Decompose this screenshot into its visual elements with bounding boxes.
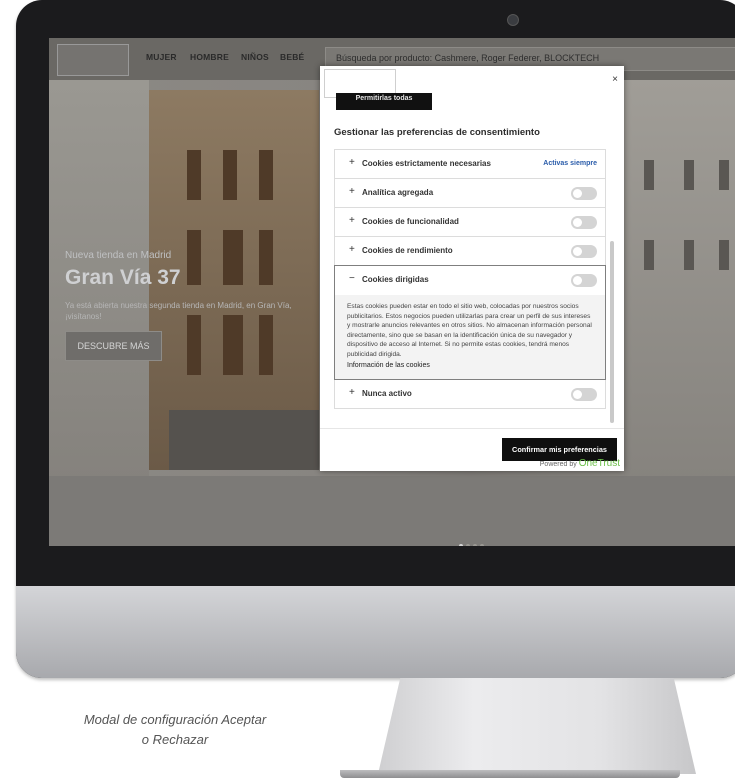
category-row-analytics[interactable]: + Analítica agregada	[334, 178, 606, 207]
hero-window	[259, 230, 273, 285]
category-label: Analítica agregada	[362, 188, 434, 197]
hero-window	[719, 160, 729, 190]
imac-monitor: MUJER HOMBRE NIÑOS BEBÉ Búsqueda por pro…	[16, 0, 735, 678]
close-icon[interactable]: ×	[612, 74, 618, 85]
cookie-info-link[interactable]: Información de las cookies	[347, 361, 593, 371]
category-row-targeting: − Cookies dirigidas Estas cookies pueden…	[334, 265, 606, 380]
consent-toggle[interactable]	[571, 387, 597, 401]
hero-window	[259, 150, 273, 200]
category-row-necessary[interactable]: + Cookies estrictamente necesarias Activ…	[334, 149, 606, 178]
modal-divider	[320, 428, 624, 429]
collapse-minus-icon: −	[349, 273, 355, 284]
category-label: Cookies estrictamente necesarias	[362, 159, 491, 168]
carousel-dot[interactable]	[473, 544, 477, 546]
imac-stand	[378, 678, 696, 774]
category-header-targeting[interactable]: − Cookies dirigidas	[335, 266, 605, 295]
category-row-performance[interactable]: + Cookies de rendimiento	[334, 236, 606, 265]
hero-window	[719, 240, 729, 270]
hero-description: Ya está abierta nuestra segunda tienda e…	[65, 301, 292, 321]
category-label: Cookies de rendimiento	[362, 246, 453, 255]
caption-line: o Rechazar	[141, 732, 209, 747]
powered-by-label: Powered by	[539, 461, 577, 468]
onetrust-logo: OneTrust	[578, 458, 620, 469]
nav-link-hombre[interactable]: HOMBRE	[190, 52, 229, 62]
nav-link-ninos[interactable]: NIÑOS	[241, 52, 269, 62]
hero-window	[684, 160, 694, 190]
hero-window	[187, 150, 201, 200]
hero-window	[644, 240, 654, 270]
category-label: Cookies de funcionalidad	[362, 217, 459, 226]
consent-category-list: + Cookies estrictamente necesarias Activ…	[334, 149, 606, 420]
modal-scrollbar[interactable]	[610, 241, 614, 423]
expand-plus-icon: +	[349, 386, 355, 398]
hero-window	[223, 315, 243, 375]
expand-plus-icon: +	[349, 186, 355, 197]
hero-building-right	[624, 80, 735, 480]
consent-toggle[interactable]	[571, 245, 597, 258]
figure-caption: Modal de configuración Aceptar o Rechaza…	[55, 710, 295, 750]
carousel-dots	[459, 535, 487, 546]
imac-stand-base	[340, 770, 680, 778]
preferences-title: Gestionar las preferencias de consentimi…	[334, 127, 540, 138]
caption-line: Modal de configuración Aceptar	[83, 712, 267, 727]
hero-subtitle: Nueva tienda en Madrid	[65, 250, 172, 261]
category-row-never-active[interactable]: + Nunca activo	[334, 379, 606, 409]
hero-window	[644, 160, 654, 190]
cookie-preferences-modal: × Permitirlas todas Gestionar las prefer…	[320, 66, 624, 471]
expand-plus-icon: +	[349, 244, 355, 255]
camera-icon	[507, 14, 519, 26]
accept-all-button[interactable]: Permitirlas todas	[336, 93, 432, 110]
category-label: Cookies dirigidas	[362, 275, 429, 284]
hero-title: Gran Vía 37	[65, 266, 181, 289]
hero-storefront	[169, 410, 319, 470]
nav-link-mujer[interactable]: MUJER	[146, 52, 177, 62]
discover-more-button[interactable]: DESCUBRE MÁS	[65, 331, 162, 361]
category-description: Estas cookies pueden estar en todo el si…	[335, 295, 605, 379]
hero-window	[223, 150, 237, 200]
always-active-label: Activas siempre	[543, 160, 597, 167]
search-placeholder: Búsqueda por producto: Cashmere, Roger F…	[336, 53, 600, 63]
hero-window	[187, 315, 201, 375]
category-description-text: Estas cookies pueden estar en todo el si…	[347, 303, 592, 358]
hero-window	[259, 315, 273, 375]
nav-link-bebe[interactable]: BEBÉ	[280, 52, 304, 62]
category-label: Nunca activo	[362, 388, 412, 398]
powered-by[interactable]: Powered by OneTrust	[540, 458, 620, 469]
carousel-dot[interactable]	[480, 544, 484, 546]
expand-plus-icon: +	[349, 215, 355, 226]
hero-street	[49, 476, 735, 546]
category-row-functionality[interactable]: + Cookies de funcionalidad	[334, 207, 606, 236]
hero-window	[684, 240, 694, 270]
consent-toggle[interactable]	[571, 187, 597, 200]
carousel-dot[interactable]	[459, 544, 463, 546]
consent-toggle[interactable]	[571, 274, 597, 287]
hero-window	[187, 230, 201, 285]
imac-chin	[16, 586, 735, 678]
expand-plus-icon: +	[349, 157, 355, 168]
consent-toggle[interactable]	[571, 216, 597, 229]
carousel-dot[interactable]	[466, 544, 470, 546]
site-logo[interactable]	[57, 44, 129, 76]
hero-window	[223, 230, 243, 285]
website-screen: MUJER HOMBRE NIÑOS BEBÉ Búsqueda por pro…	[49, 38, 735, 546]
